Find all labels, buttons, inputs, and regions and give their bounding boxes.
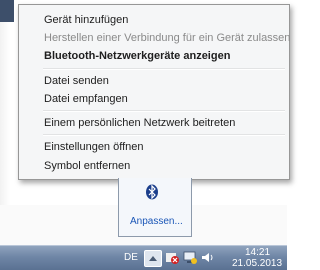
bluetooth-icon[interactable] bbox=[145, 184, 159, 200]
menu-separator bbox=[43, 134, 285, 136]
notification-overflow-popup: Anpassen... bbox=[118, 178, 192, 237]
clock-time[interactable]: 14:21 bbox=[245, 247, 270, 258]
menu-item-open-settings[interactable]: Einstellungen öffnen bbox=[44, 138, 285, 156]
bluetooth-context-menu: Gerät hinzufügen Herstellen einer Verbin… bbox=[18, 4, 290, 180]
menu-item-receive-file[interactable]: Datei empfangen bbox=[44, 90, 285, 108]
menu-separator bbox=[43, 110, 285, 112]
menu-item-show-network-devices[interactable]: Bluetooth-Netzwerkgeräte anzeigen bbox=[44, 47, 285, 65]
show-hidden-icons-icon[interactable] bbox=[144, 250, 162, 267]
menu-separator bbox=[43, 68, 285, 70]
menu-item-allow-connection: Herstellen einer Verbindung für ein Gerä… bbox=[44, 32, 291, 44]
customize-link[interactable]: Anpassen... bbox=[130, 216, 183, 227]
menu-item-add-device[interactable]: Gerät hinzufügen bbox=[44, 11, 285, 29]
menu-item-join-personal-network[interactable]: Einem persönlichen Netzwerk beitreten bbox=[44, 114, 285, 132]
taskbar: DE 14:21 21.05.2013 bbox=[0, 245, 287, 270]
language-indicator[interactable]: DE bbox=[124, 252, 138, 263]
volume-icon[interactable] bbox=[200, 250, 216, 265]
clock-date[interactable]: 21.05.2013 bbox=[232, 258, 282, 269]
action-center-icon[interactable] bbox=[164, 250, 180, 265]
menu-item-send-file[interactable]: Datei senden bbox=[44, 72, 285, 90]
network-icon[interactable] bbox=[182, 250, 198, 265]
menu-item-remove-icon[interactable]: Symbol entfernen bbox=[44, 157, 285, 175]
desktop-background bbox=[0, 0, 14, 22]
